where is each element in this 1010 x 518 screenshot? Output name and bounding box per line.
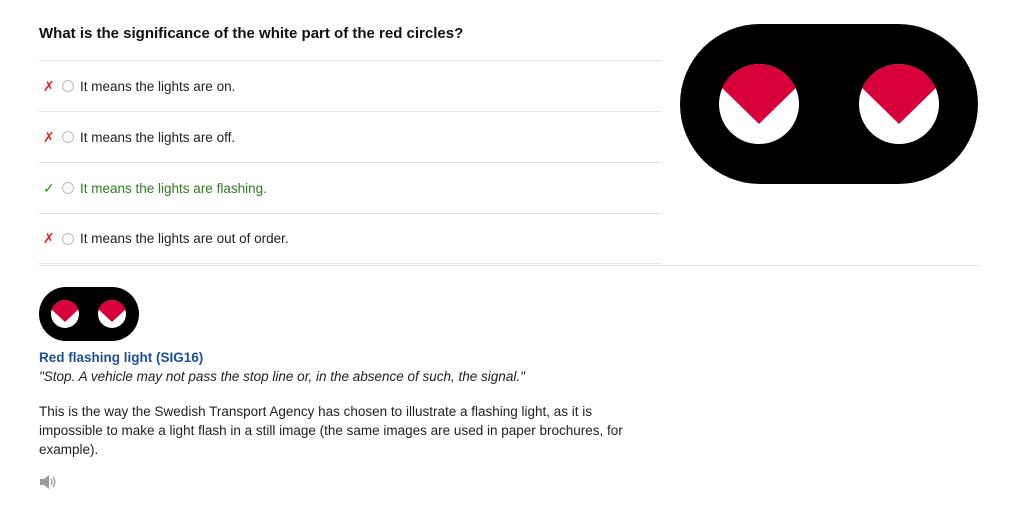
answer-option-1[interactable]: ✗ It means the lights are on. (39, 60, 661, 111)
wrong-mark-icon: ✗ (43, 128, 55, 145)
answer-label: It means the lights are off. (80, 129, 236, 145)
answer-label: It means the lights are flashing. (80, 180, 267, 196)
check-mark-icon: ✓ (43, 179, 55, 196)
radio-button[interactable] (62, 80, 74, 92)
question-text: What is the significance of the white pa… (39, 25, 464, 42)
red-flashing-light-sign-icon (39, 287, 139, 341)
wrong-mark-icon: ✗ (43, 230, 55, 246)
radio-button[interactable] (62, 131, 74, 143)
red-flashing-light-sign-icon (680, 24, 978, 184)
answer-label: It means the lights are on. (80, 78, 236, 94)
answer-label: It means the lights are out of order. (80, 231, 289, 246)
radio-button[interactable] (62, 182, 74, 194)
speaker-icon[interactable] (39, 474, 57, 490)
sign-quote: "Stop. A vehicle may not pass the stop l… (39, 369, 525, 384)
answer-option-4[interactable]: ✗ It means the lights are out of order. (39, 213, 661, 264)
explanation-text: This is the way the Swedish Transport Ag… (39, 404, 623, 457)
sign-title: Red flashing light (SIG16) (39, 350, 204, 365)
answer-option-3[interactable]: ✓ It means the lights are flashing. (39, 162, 661, 213)
answer-list: ✗ It means the lights are on. ✗ It means… (39, 60, 661, 264)
section-divider (39, 265, 979, 266)
answer-option-2[interactable]: ✗ It means the lights are off. (39, 111, 661, 162)
wrong-mark-icon: ✗ (43, 77, 55, 94)
radio-button[interactable] (62, 232, 74, 245)
